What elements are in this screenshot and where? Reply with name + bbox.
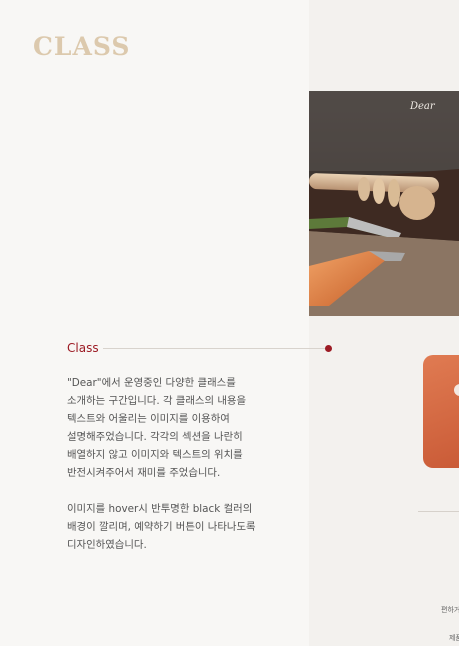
- section-divider: [103, 348, 327, 349]
- leather-tools-photo: Dear: [309, 91, 459, 316]
- section-label: Class: [67, 341, 99, 355]
- divider-dot: [325, 345, 332, 352]
- class-card-image[interactable]: [423, 355, 459, 468]
- card-hole: [454, 384, 459, 396]
- section-description: "Dear"에서 운영중인 다양한 클래스를 소개하는 구간입니다. 각 클래스…: [67, 374, 257, 554]
- side-caption-1: 편하거: [441, 606, 459, 614]
- hero-watermark: Dear: [409, 101, 436, 112]
- hero-image[interactable]: Dear: [309, 91, 459, 316]
- side-divider: [418, 511, 459, 512]
- side-caption-2: 제품: [449, 634, 459, 642]
- page-title: CLASS: [33, 32, 131, 61]
- description-paragraph-1: "Dear"에서 운영중인 다양한 클래스를 소개하는 구간입니다. 각 클래스…: [67, 377, 247, 479]
- description-paragraph-2: 이미지를 hover시 반투명한 black 컬러의 배경이 깔리며, 예약하기…: [67, 503, 256, 551]
